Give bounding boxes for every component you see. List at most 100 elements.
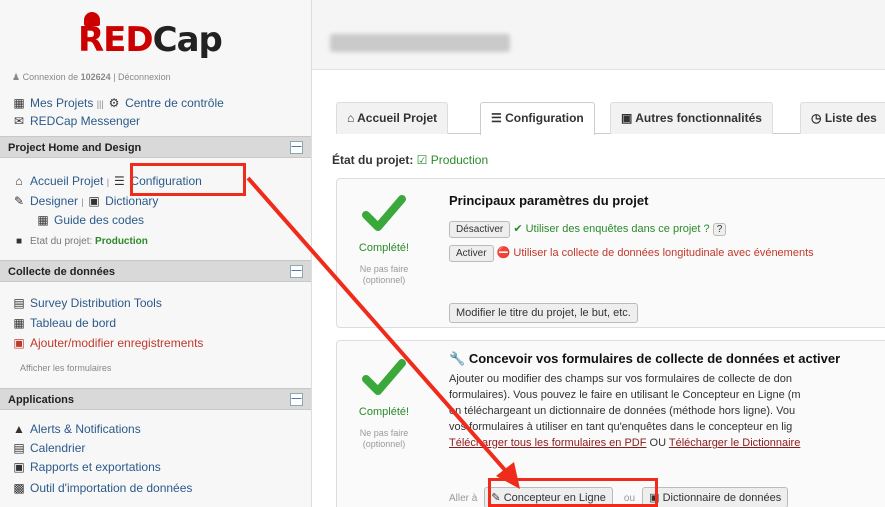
panel-main-settings: Complété! Ne pas faire (optionnel) Princi…	[336, 178, 885, 328]
complete-label: Complété!	[358, 242, 410, 254]
show-forms-link[interactable]: Afficher les formulaires	[20, 363, 111, 373]
list-icon: ☰	[491, 111, 502, 125]
go-to-label: Aller à	[449, 493, 478, 504]
longitudinal-option: Activer ⛔ Utiliser la collecte de donnée…	[449, 245, 814, 262]
my-projects-link[interactable]: Mes Projets	[30, 96, 93, 110]
alerts-line: ▲ Alerts & Notifications	[12, 422, 141, 436]
survey-tools-line: ▤ Survey Distribution Tools	[12, 296, 162, 310]
collapse-icon[interactable]: —	[290, 141, 303, 154]
data-dictionary-button[interactable]: ▣ Dictionnaire de données	[642, 487, 789, 507]
codebook-icon: ▦	[37, 213, 49, 227]
logo-text: REDCap	[78, 20, 223, 60]
calendar-icon: ▤	[13, 441, 25, 455]
panel-description: Ajouter ou modifier des champs sur vos f…	[449, 373, 801, 449]
help-icon[interactable]: ?	[712, 223, 727, 236]
project-tabs: ⌂ Accueil Projet ☰ Configuration ▣ Autre…	[336, 100, 885, 135]
tab-label: Autres fonctionnalités	[635, 111, 762, 125]
collapse-icon[interactable]: —	[290, 393, 303, 406]
status-value: Production	[95, 236, 148, 247]
project-title-blurred	[330, 34, 510, 52]
list-icon: ☰	[114, 174, 125, 188]
import-link[interactable]: Outil d'importation de données	[30, 481, 192, 495]
messenger-icon: ✉	[13, 114, 25, 128]
nav-line-1: ▦ Mes Projets ||| ⚙ Centre de contrôle	[13, 96, 224, 110]
grid-icon: ▦	[13, 96, 25, 110]
tab-home[interactable]: ⌂ Accueil Projet	[336, 102, 449, 134]
sidebar: REDCap ♟ Connexion de 102624 | Déconnexi…	[0, 0, 312, 507]
login-line: ♟ Connexion de 102624 | Déconnexion	[12, 72, 171, 82]
section-applications[interactable]: Applications —	[0, 388, 311, 410]
highlight-configuration	[130, 163, 246, 196]
download-dictionary-link[interactable]: Télécharger le Dictionnaire	[669, 437, 800, 449]
tab-other-features[interactable]: ▣ Autres fonctionnalités	[610, 102, 773, 134]
book-icon: ▣	[88, 194, 100, 208]
home-icon: ⌂	[347, 111, 355, 125]
status-value: ☑ Production	[416, 153, 489, 167]
section-title: Applications	[8, 394, 75, 406]
status-icon: ■	[15, 236, 23, 247]
faded-label: Ne pas faire (optionnel)	[359, 264, 409, 285]
nav-line-2: ✉ REDCap Messenger	[12, 114, 140, 128]
reports-link[interactable]: Rapports et exportations	[30, 460, 161, 474]
disable-button[interactable]: Désactiver	[449, 221, 511, 238]
complete-label: Complété!	[358, 406, 410, 418]
option-text: Utiliser des enquêtes dans ce projet ?	[525, 223, 710, 235]
highlight-online-designer	[488, 478, 658, 507]
panel-title: Principaux paramètres du projet	[449, 193, 649, 208]
briefcase-icon: ▣	[621, 111, 633, 125]
dictionary-link[interactable]: Dictionary	[105, 194, 158, 208]
status-label: Etat du projet:	[30, 236, 93, 247]
messenger-link[interactable]: REDCap Messenger	[30, 114, 140, 128]
clock-icon: ◷	[811, 111, 822, 125]
dashboard-link[interactable]: Tableau de bord	[30, 316, 116, 330]
status-label: État du projet:	[332, 153, 414, 167]
completion-box: Complété! Ne pas faire (optionnel)	[349, 355, 419, 450]
project-status-line: ■ Etat du projet: Production	[12, 236, 148, 247]
user-icon: ♟	[12, 72, 21, 82]
doc-icon: ▣	[13, 336, 25, 350]
collapse-icon[interactable]: —	[290, 265, 303, 278]
check-circle-icon: ✔	[513, 223, 523, 235]
panel-title: 🔧 Concevoir vos formulaires de collecte …	[449, 351, 841, 366]
section-project-home[interactable]: Project Home and Design —	[0, 136, 311, 158]
enable-button[interactable]: Activer	[449, 245, 494, 262]
control-center-link[interactable]: Centre de contrôle	[125, 96, 224, 110]
faded-label: Ne pas faire (optionnel)	[359, 428, 409, 449]
bell-icon: ▲	[13, 422, 25, 436]
show-forms-line: Afficher les formulaires	[20, 363, 111, 373]
modify-title-button[interactable]: Modifier le titre du projet, le but, etc…	[449, 303, 638, 323]
top-banner	[312, 0, 885, 70]
designer-link[interactable]: Designer	[30, 194, 78, 208]
add-edit-link[interactable]: Ajouter/modifier enregistrements	[30, 336, 203, 350]
reports-line: ▣ Rapports et exportations	[12, 460, 161, 474]
modify-line: Modifier le titre du projet, le but, etc…	[449, 303, 638, 323]
section-title: Collecte de données	[8, 266, 115, 278]
calendar-link[interactable]: Calendrier	[30, 441, 85, 455]
edit-icon: ✎	[13, 194, 25, 208]
codebook-link[interactable]: Guide des codes	[54, 213, 144, 227]
download-pdf-link[interactable]: Télécharger tous les formulaires en PDF	[449, 437, 646, 449]
tab-configuration[interactable]: ☰ Configuration	[480, 102, 595, 135]
alerts-link[interactable]: Alerts & Notifications	[30, 422, 141, 436]
surveys-option: Désactiver ✔ Utiliser des enquêtes dans …	[449, 221, 727, 238]
home-link[interactable]: Accueil Projet	[30, 174, 103, 188]
check-icon	[362, 359, 406, 395]
section-data-collection[interactable]: Collecte de données —	[0, 260, 311, 282]
home-icon: ⌂	[15, 174, 23, 188]
logout-link[interactable]: Déconnexion	[118, 72, 171, 82]
tab-list[interactable]: ◷ Liste des	[800, 102, 885, 134]
minus-circle-icon: ⛔	[496, 247, 511, 259]
login-label: Connexion de	[22, 72, 79, 82]
report-icon: ▣	[13, 460, 25, 474]
import-icon: ▩	[13, 481, 25, 495]
tab-label: Liste des	[824, 111, 877, 125]
table-icon: ▦	[13, 316, 25, 330]
dashboard-line: ▦ Tableau de bord	[12, 316, 116, 330]
option-text: Utiliser la collecte de données longitud…	[513, 247, 814, 259]
import-line: ▩ Outil d'importation de données	[12, 481, 192, 495]
calendar-line: ▤ Calendrier	[12, 441, 85, 455]
survey-tools-link[interactable]: Survey Distribution Tools	[30, 296, 162, 310]
survey-icon: ▤	[13, 296, 25, 310]
redcap-logo[interactable]: REDCap	[78, 12, 238, 62]
tab-label: Configuration	[505, 111, 584, 125]
